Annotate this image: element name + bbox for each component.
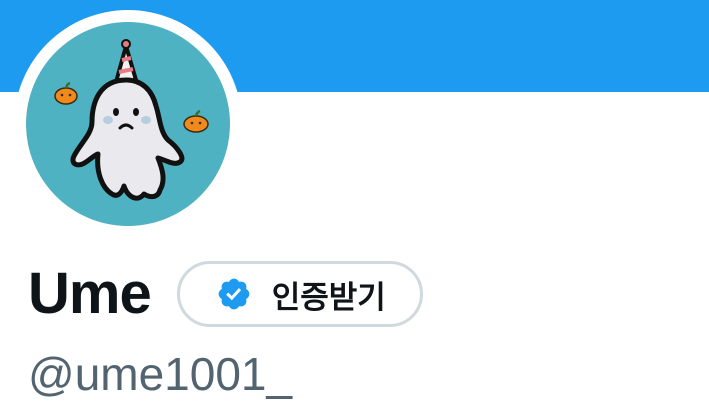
pumpkin-icon <box>183 109 209 133</box>
get-verified-label: 인증받기 <box>271 279 386 316</box>
pumpkin-icon <box>54 81 78 105</box>
profile-avatar[interactable] <box>14 10 242 238</box>
verified-badge-icon <box>218 278 250 310</box>
ghost-with-party-hat-icon <box>54 39 209 201</box>
avatar-image <box>26 22 230 226</box>
get-verified-button[interactable]: 인증받기 <box>176 261 423 327</box>
display-name: Ume <box>28 261 152 326</box>
username-handle: @ume1001_ <box>28 348 293 400</box>
party-hat <box>114 39 138 84</box>
name-row: Ume 인증받기 <box>28 258 423 330</box>
